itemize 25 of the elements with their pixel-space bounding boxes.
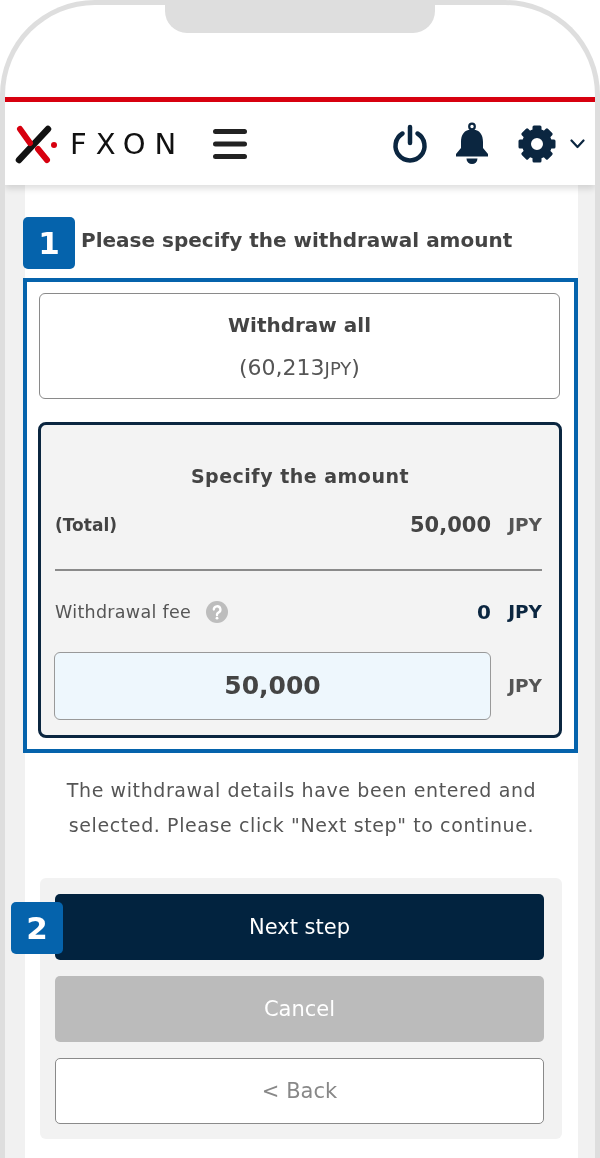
chevron-down-icon[interactable] [570, 138, 585, 149]
fee-label: Withdrawal fee [55, 600, 192, 624]
total-label: (Total) [55, 514, 117, 537]
currency-label: JPY [506, 673, 542, 698]
balance-text: (60,213JPY) [238, 354, 361, 382]
instruction-text: The withdrawal details have been entered and selected. Please click "Next step" to continue. [65, 777, 538, 838]
option-title: Specify the amount [189, 464, 411, 489]
power-icon[interactable] [390, 123, 430, 164]
amount-input[interactable]: 50,000 [54, 651, 491, 720]
option-title: Withdraw all [226, 312, 372, 338]
option-card[interactable]: Specify the amount (Total) 50,000 JPY Withdrawal fee 0 JPY 50,000 JPY [38, 422, 562, 738]
step-badge: 2 [11, 901, 63, 954]
option-card[interactable]: Withdraw all (60,213JPY) [39, 293, 560, 399]
total-amount: 50,000 [409, 512, 491, 539]
logo-mark-icon [14, 123, 58, 164]
currency-label: JPY [506, 513, 542, 537]
next-step-button[interactable]: Next step [55, 893, 544, 960]
logo-text: FXON [70, 127, 186, 160]
fee-amount: 0 [477, 598, 491, 626]
menu-icon[interactable] [213, 128, 248, 159]
settings-icon[interactable] [517, 123, 557, 164]
step-title: Please specify the withdrawal amount [81, 228, 513, 252]
step-badge: 1 [23, 217, 75, 269]
back-button[interactable]: < Back [55, 1057, 544, 1124]
currency-label: JPY [506, 599, 542, 624]
